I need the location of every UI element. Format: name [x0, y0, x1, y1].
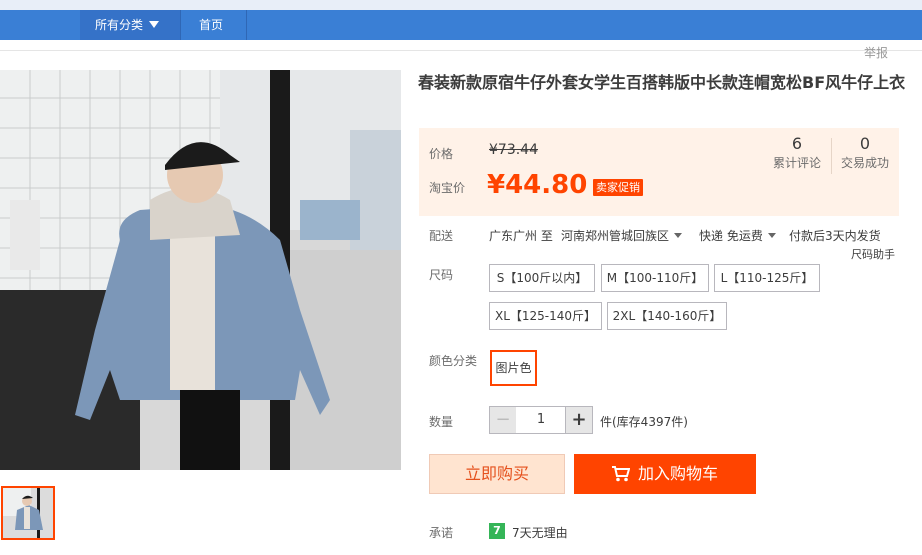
- all-categories-menu[interactable]: 所有分类: [80, 10, 180, 40]
- price-panel: 价格 ¥73.44 淘宝价 ¥44.80 卖家促销 6 累计评论 0 交易成功: [419, 128, 899, 216]
- buy-now-button[interactable]: 立即购买: [429, 454, 565, 494]
- main-product-image[interactable]: [0, 70, 401, 470]
- review-count-label: 累计评论: [772, 156, 821, 170]
- size-label: 尺码: [429, 268, 454, 282]
- thumbnail-photo: [3, 488, 53, 538]
- promise-text[interactable]: 7天无理由: [512, 524, 568, 541]
- sales-count-stat: 0 交易成功: [830, 134, 900, 172]
- quantity-label: 数量: [429, 415, 454, 429]
- dispatch-time: 付款后3天内发货: [789, 229, 881, 243]
- taobao-price-label: 淘宝价: [429, 181, 466, 195]
- dropdown-triangle-icon: [149, 21, 160, 28]
- promo-badge: 卖家促销: [593, 179, 643, 196]
- shipping-label: 配送: [429, 229, 454, 243]
- sales-count-label: 交易成功: [840, 156, 889, 170]
- quantity-decrease-button[interactable]: −: [489, 406, 517, 434]
- size-option-xl[interactable]: XL【125-140斤】: [489, 302, 602, 330]
- price-label: 价格: [429, 147, 454, 161]
- ship-method-selector[interactable]: 快递 免运费: [699, 227, 776, 244]
- product-photo: [0, 70, 401, 470]
- add-to-cart-label: 加入购物车: [637, 464, 718, 483]
- size-option-2xl[interactable]: 2XL【140-160斤】: [607, 302, 727, 330]
- cart-icon: [611, 466, 630, 482]
- original-price: ¥73.44: [489, 142, 538, 158]
- chevron-down-icon: [674, 233, 683, 238]
- nav-divider: [246, 10, 247, 40]
- nav-home-link[interactable]: 首页: [199, 10, 223, 40]
- color-label: 颜色分类: [429, 354, 478, 368]
- ship-to-selector[interactable]: 河南郑州管城回族区: [561, 227, 683, 244]
- size-option-m[interactable]: M【100-110斤】: [601, 264, 709, 292]
- product-title: 春装新款原宿牛仔外套女学生百搭韩版中长款连帽宽松BF风牛仔上衣: [418, 73, 906, 92]
- ship-method: 快递 免运费: [699, 229, 763, 243]
- stock-info: 件(库存4397件): [600, 415, 688, 429]
- chevron-down-icon: [767, 233, 776, 238]
- all-categories-label: 所有分类: [95, 18, 144, 32]
- header-divider: [0, 50, 922, 51]
- quantity-input[interactable]: 1: [516, 406, 566, 434]
- top-strip: [0, 0, 922, 10]
- nav-divider: [180, 10, 181, 40]
- ship-from: 广东广州 至: [489, 229, 553, 243]
- size-option-s[interactable]: S【100斤以内】: [489, 264, 595, 292]
- navbar: 所有分类 首页: [0, 10, 922, 40]
- current-price: ¥44.80: [487, 170, 588, 200]
- review-count: 6: [791, 134, 803, 153]
- thumbnail-image[interactable]: [1, 486, 55, 540]
- seven-day-return-icon: 7: [489, 523, 505, 539]
- promise-label: 承诺: [429, 526, 454, 540]
- ship-to: 河南郑州管城回族区: [561, 229, 670, 243]
- review-count-stat[interactable]: 6 累计评论: [762, 134, 832, 172]
- add-to-cart-button[interactable]: 加入购物车: [574, 454, 756, 494]
- size-helper-link[interactable]: 尺码助手: [851, 246, 895, 262]
- quantity-increase-button[interactable]: +: [565, 406, 593, 434]
- color-option-picture[interactable]: 图片色: [490, 350, 537, 386]
- sales-count: 0: [859, 134, 871, 153]
- report-link[interactable]: 举报: [864, 44, 888, 61]
- size-option-l[interactable]: L【110-125斤】: [714, 264, 820, 292]
